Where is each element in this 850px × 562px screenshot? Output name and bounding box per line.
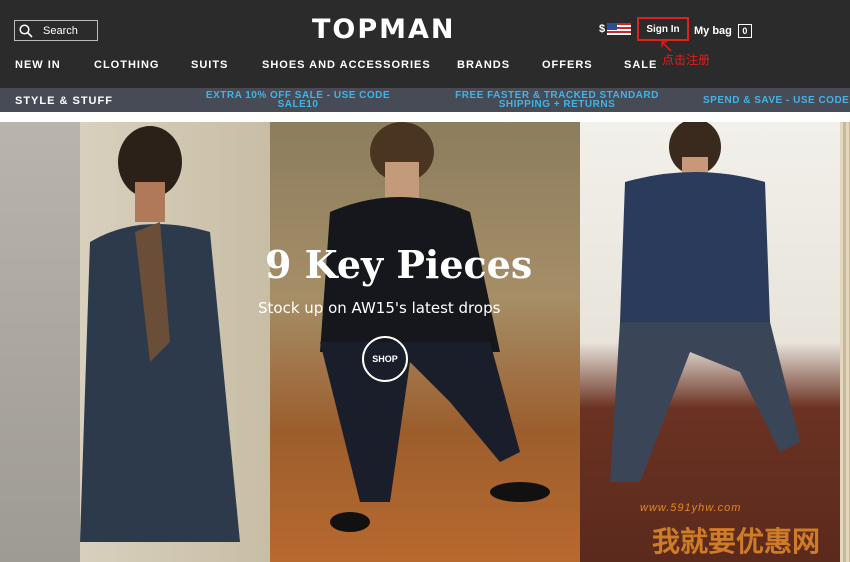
model-suit-image [80, 126, 240, 542]
watermark-url: www.591yhw.com [640, 502, 742, 514]
hero-image-panel [80, 122, 270, 562]
shop-button[interactable]: SHOP [362, 336, 408, 382]
nav-item-new-in[interactable]: NEW IN [15, 59, 61, 71]
promo-line: SALE10 [277, 99, 319, 110]
promo-bar: STYLE & STUFF EXTRA 10% OFF SALE - USE C… [0, 88, 850, 112]
sign-in-button[interactable]: Sign In [637, 17, 689, 41]
us-flag-icon [607, 23, 632, 35]
nav-item-offers[interactable]: OFFERS [542, 59, 593, 71]
hero-image-panel [0, 122, 80, 562]
style-stuff-link[interactable]: STYLE & STUFF [15, 95, 113, 107]
nav-item-shoes-accessories[interactable]: SHOES AND ACCESSORIES [262, 59, 431, 71]
hero-banner[interactable]: 9 Key Pieces Stock up on AW15's latest d… [0, 122, 850, 562]
hero-image-edge [840, 122, 850, 562]
promo-message-spend-save[interactable]: SPEND & SAVE - USE CODE [703, 96, 850, 105]
currency-symbol: $ [599, 23, 606, 35]
site-header: Search TOPMAN $ Sign In 点击注册 My bag 0 NE… [0, 0, 850, 88]
hero-subtitle: Stock up on AW15's latest drops [258, 299, 501, 317]
nav-item-clothing[interactable]: CLOTHING [94, 59, 159, 71]
main-nav: NEW IN CLOTHING SUITS SHOES AND ACCESSOR… [0, 59, 850, 73]
nav-item-brands[interactable]: BRANDS [457, 59, 510, 71]
hero-image-panel [270, 122, 580, 562]
nav-item-suits[interactable]: SUITS [191, 59, 228, 71]
search-box[interactable]: Search [14, 20, 98, 41]
nav-item-sale[interactable]: SALE [624, 59, 657, 71]
promo-line: SHIPPING + RETURNS [498, 99, 616, 110]
topman-logo[interactable]: TOPMAN [312, 14, 456, 45]
bag-label: My bag [694, 25, 732, 37]
my-bag-link[interactable]: My bag 0 [694, 24, 752, 38]
bag-icon: 0 [737, 24, 752, 38]
model-sweater-image [320, 122, 550, 532]
search-label: Search [43, 24, 78, 37]
hero-title: 9 Key Pieces [265, 242, 533, 287]
bag-count: 0 [742, 26, 748, 36]
currency-selector[interactable]: $ [599, 23, 632, 35]
search-icon [19, 23, 33, 38]
promo-message-sale[interactable]: EXTRA 10% OFF SALE - USE CODE SALE10 [198, 91, 398, 110]
promo-line: SPEND & SAVE - USE CODE [703, 96, 850, 105]
watermark-text: 我就要优惠网 [652, 525, 821, 558]
promo-message-shipping[interactable]: FREE FASTER & TRACKED STANDARD SHIPPING … [446, 91, 668, 110]
model-denim-image [610, 122, 800, 482]
hero-image-panel [580, 122, 850, 562]
